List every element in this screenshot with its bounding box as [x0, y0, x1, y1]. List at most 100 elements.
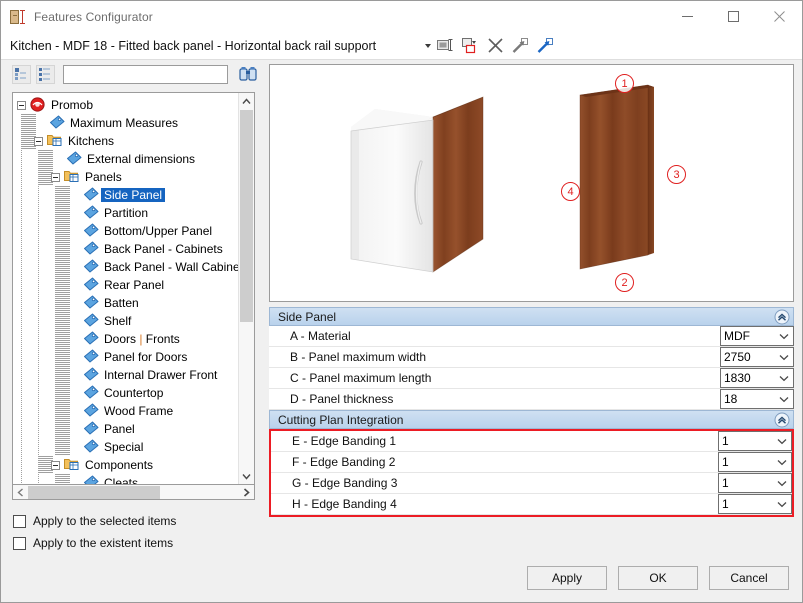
tree-item[interactable]: Batten: [13, 294, 238, 312]
rename-item-icon[interactable]: [434, 35, 456, 57]
collapse-node-icon[interactable]: [34, 137, 43, 146]
find-icon[interactable]: [238, 64, 259, 85]
apply-to-selected-items-row[interactable]: Apply to the selected items: [13, 510, 266, 532]
tree-item-label: Wood Frame: [101, 404, 176, 418]
window-title: Features Configurator: [34, 10, 153, 24]
chevron-down-icon: [775, 333, 793, 340]
tree-item[interactable]: Back Panel - Wall Cabinets: [13, 258, 238, 276]
tree-horizontal-scrollbar[interactable]: [12, 485, 255, 500]
tree-item[interactable]: Cleats: [13, 474, 238, 484]
tree-item[interactable]: Bottom/Upper Panel: [13, 222, 238, 240]
minimize-icon[interactable]: [664, 1, 710, 32]
section-header[interactable]: Side Panel: [269, 307, 794, 326]
property-value: 2750: [721, 350, 775, 364]
tree-item[interactable]: Side Panel: [13, 186, 238, 204]
scroll-up-icon[interactable]: [239, 93, 254, 109]
close-icon[interactable]: [756, 1, 802, 32]
tag-icon: [66, 151, 82, 167]
tag-icon: [83, 277, 99, 293]
tree-item[interactable]: Panel for Doors: [13, 348, 238, 366]
promob-root-icon: [30, 97, 46, 113]
tree-item[interactable]: Shelf: [13, 312, 238, 330]
tree-item[interactable]: Panel: [13, 420, 238, 438]
property-value: 1: [719, 455, 773, 469]
tree-item[interactable]: Panels: [13, 168, 238, 186]
apply-to-existent-items-row[interactable]: Apply to the existent items: [13, 532, 266, 554]
tree-item[interactable]: Promob: [13, 96, 238, 114]
maximize-icon[interactable]: [710, 1, 756, 32]
property-value: 1: [719, 497, 773, 511]
property-dropdown[interactable]: 1830: [720, 368, 794, 388]
property-dropdown[interactable]: 1: [718, 494, 792, 514]
tag-icon: [83, 223, 99, 239]
cancel-button[interactable]: Cancel: [709, 566, 789, 590]
tree-item[interactable]: Rear Panel: [13, 276, 238, 294]
tree-item-label: Panel: [101, 422, 138, 436]
tree-item[interactable]: Kitchens: [13, 132, 238, 150]
tree-item-label: External dimensions: [84, 152, 198, 166]
preview-viewport[interactable]: 1 2 3 4: [269, 64, 794, 302]
tree-item[interactable]: Internal Drawer Front: [13, 366, 238, 384]
apply-to-selected-items-checkbox[interactable]: [13, 515, 26, 528]
tag-icon: [83, 241, 99, 257]
tree-scroll-thumb[interactable]: [240, 110, 253, 322]
tree-item-label: Kitchens: [65, 134, 117, 148]
collapse-node-icon[interactable]: [51, 461, 60, 470]
cabinet-3d-preview: [315, 87, 515, 282]
collapse-all-icon[interactable]: [12, 65, 31, 84]
feature-tree[interactable]: PromobMaximum Measures Kitchens External d…: [13, 93, 238, 484]
scroll-right-icon[interactable]: [239, 488, 254, 497]
h-scroll-track[interactable]: [28, 486, 239, 499]
tree-item[interactable]: Partition: [13, 204, 238, 222]
property-dropdown[interactable]: 1: [718, 431, 792, 451]
tree-item-label: Back Panel - Cabinets: [101, 242, 226, 256]
tree-item[interactable]: External dimensions: [13, 150, 238, 168]
tree-search-row: [1, 60, 266, 88]
tag-icon: [83, 421, 99, 437]
tree-item[interactable]: Maximum Measures: [13, 114, 238, 132]
folder-icon: [64, 169, 80, 185]
chevrons-up-icon[interactable]: [774, 309, 790, 325]
apply-button[interactable]: Apply: [527, 566, 607, 590]
tree-item[interactable]: Countertop: [13, 384, 238, 402]
section-body: E - Edge Banding 11F - Edge Banding 21G …: [269, 429, 794, 517]
delete-item-icon[interactable]: [484, 35, 506, 57]
tree-vertical-scrollbar[interactable]: [238, 93, 254, 484]
collapse-node-icon[interactable]: [17, 101, 26, 110]
expand-all-icon[interactable]: [36, 65, 55, 84]
tree-item-label: Cleats: [101, 476, 141, 484]
property-dropdown[interactable]: 2750: [720, 347, 794, 367]
tag-icon: [83, 331, 99, 347]
tree-item[interactable]: Back Panel - Cabinets: [13, 240, 238, 258]
scroll-down-icon[interactable]: [239, 468, 254, 484]
tree-item-label: Bottom/Upper Panel: [101, 224, 215, 238]
tree-item-label: Side Panel: [101, 188, 165, 202]
property-dropdown[interactable]: 18: [720, 389, 794, 409]
chevron-down-icon: [775, 396, 793, 403]
scroll-left-icon[interactable]: [13, 488, 28, 497]
property-dropdown[interactable]: MDF: [720, 326, 794, 346]
tree-item[interactable]: Special: [13, 438, 238, 456]
window-controls: [664, 1, 802, 32]
property-label: E - Edge Banding 1: [271, 434, 396, 448]
ok-button[interactable]: OK: [618, 566, 698, 590]
apply-to-existent-items-checkbox[interactable]: [13, 537, 26, 550]
collapse-node-icon[interactable]: [51, 173, 60, 182]
duplicate-item-icon[interactable]: [459, 35, 481, 57]
property-dropdown[interactable]: 1: [718, 473, 792, 493]
search-input[interactable]: [63, 65, 228, 84]
chevrons-up-icon[interactable]: [774, 412, 790, 428]
property-value: 1: [719, 476, 773, 490]
tree-item[interactable]: Wood Frame: [13, 402, 238, 420]
h-scroll-thumb[interactable]: [28, 486, 160, 499]
tree-item[interactable]: Components: [13, 456, 238, 474]
features-configurator-window: Features Configurator Kitchen - MDF 18 -…: [0, 0, 803, 603]
apply-to-existent-items-label: Apply to the existent items: [33, 536, 173, 550]
tag-icon: [83, 313, 99, 329]
section-header[interactable]: Cutting Plan Integration: [269, 410, 794, 429]
property-dropdown[interactable]: 1: [718, 452, 792, 472]
breadcrumb-dropdown-button[interactable]: [421, 32, 435, 59]
tree-item[interactable]: Doors | Fronts: [13, 330, 238, 348]
move-item-active-icon[interactable]: [534, 35, 556, 57]
move-item-icon[interactable]: [509, 35, 531, 57]
